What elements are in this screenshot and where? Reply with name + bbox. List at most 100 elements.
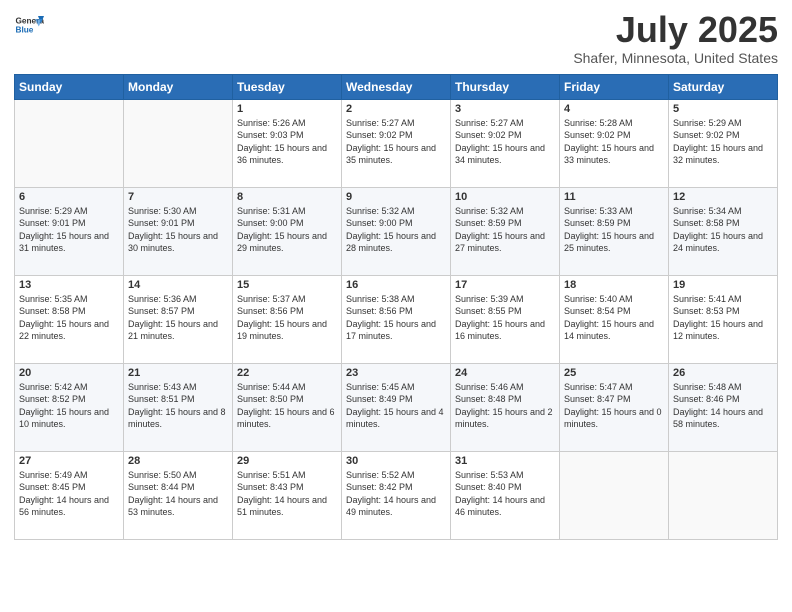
- day-number: 13: [19, 279, 119, 291]
- day-number: 24: [455, 367, 555, 379]
- month-title: July 2025: [573, 10, 778, 50]
- day-cell: [15, 99, 124, 187]
- day-detail: Sunrise: 5:27 AMSunset: 9:02 PMDaylight:…: [346, 117, 446, 167]
- weekday-header-wednesday: Wednesday: [342, 74, 451, 99]
- day-cell: 5Sunrise: 5:29 AMSunset: 9:02 PMDaylight…: [669, 99, 778, 187]
- day-detail: Sunrise: 5:34 AMSunset: 8:58 PMDaylight:…: [673, 205, 773, 255]
- calendar: SundayMondayTuesdayWednesdayThursdayFrid…: [14, 74, 778, 540]
- day-number: 8: [237, 191, 337, 203]
- day-detail: Sunrise: 5:48 AMSunset: 8:46 PMDaylight:…: [673, 381, 773, 431]
- day-cell: 3 Sunrise: 5:27 AMSunset: 9:02 PMDaylight…: [451, 99, 560, 187]
- day-cell: 29 Sunrise: 5:51 AMSunset: 8:43 PMDayligh…: [233, 451, 342, 539]
- svg-text:Blue: Blue: [16, 26, 34, 35]
- day-detail: Sunrise: 5:37 AMSunset: 8:56 PMDaylight:…: [237, 293, 337, 343]
- day-detail: Sunrise: 5:44 AMSunset: 8:50 PMDaylight:…: [237, 381, 337, 431]
- day-detail: Sunrise: 5:42 AMSunset: 8:52 PMDaylight:…: [19, 381, 119, 431]
- day-cell: 15 Sunrise: 5:37 AMSunset: 8:56 PMDayligh…: [233, 275, 342, 363]
- day-detail: Sunrise: 5:43 AMSunset: 8:51 PMDaylight:…: [128, 381, 228, 431]
- day-cell: 19 Sunrise: 5:41 AMSunset: 8:53 PMDayligh…: [669, 275, 778, 363]
- day-number: 12: [673, 191, 773, 203]
- week-row-3: 13 Sunrise: 5:35 AMSunset: 8:58 PMDayligh…: [15, 275, 778, 363]
- day-cell: 28 Sunrise: 5:50 AMSunset: 8:44 PMDayligh…: [124, 451, 233, 539]
- week-row-2: 6 Sunrise: 5:29 AMSunset: 9:01 PMDaylight…: [15, 187, 778, 275]
- day-detail: Sunrise: 5:38 AMSunset: 8:56 PMDaylight:…: [346, 293, 446, 343]
- day-cell: 27 Sunrise: 5:49 AMSunset: 8:45 PMDayligh…: [15, 451, 124, 539]
- day-number: 6: [19, 191, 119, 203]
- day-cell: 30 Sunrise: 5:52 AMSunset: 8:42 PMDayligh…: [342, 451, 451, 539]
- day-number: 25: [564, 367, 664, 379]
- week-row-4: 20 Sunrise: 5:42 AMSunset: 8:52 PMDayligh…: [15, 363, 778, 451]
- day-detail: Sunrise: 5:30 AMSunset: 9:01 PMDaylight:…: [128, 205, 228, 255]
- day-number: 10: [455, 191, 555, 203]
- day-number: 14: [128, 279, 228, 291]
- day-cell: 16Sunrise: 5:38 AMSunset: 8:56 PMDayligh…: [342, 275, 451, 363]
- day-detail: Sunrise: 5:41 AMSunset: 8:53 PMDaylight:…: [673, 293, 773, 343]
- day-detail: Sunrise: 5:28 AMSunset: 9:02 PMDaylight:…: [564, 117, 664, 167]
- day-cell: 8 Sunrise: 5:31 AMSunset: 9:00 PMDaylight…: [233, 187, 342, 275]
- day-detail: Sunrise: 5:45 AMSunset: 8:49 PMDaylight:…: [346, 381, 446, 431]
- day-detail: Sunrise: 5:49 AMSunset: 8:45 PMDaylight:…: [19, 469, 119, 519]
- day-number: 18: [564, 279, 664, 291]
- day-cell: 26 Sunrise: 5:48 AMSunset: 8:46 PMDayligh…: [669, 363, 778, 451]
- weekday-header-friday: Friday: [560, 74, 669, 99]
- day-detail: Sunrise: 5:32 AMSunset: 8:59 PMDaylight:…: [455, 205, 555, 255]
- header: General Blue July 2025 Shafer, Minnesota…: [14, 10, 778, 66]
- day-detail: Sunrise: 5:46 AMSunset: 8:48 PMDaylight:…: [455, 381, 555, 431]
- day-cell: 6 Sunrise: 5:29 AMSunset: 9:01 PMDaylight…: [15, 187, 124, 275]
- day-detail: Sunrise: 5:50 AMSunset: 8:44 PMDaylight:…: [128, 469, 228, 519]
- day-cell: 31Sunrise: 5:53 AMSunset: 8:40 PMDayligh…: [451, 451, 560, 539]
- day-cell: [669, 451, 778, 539]
- day-cell: 21Sunrise: 5:43 AMSunset: 8:51 PMDayligh…: [124, 363, 233, 451]
- day-cell: 24 Sunrise: 5:46 AMSunset: 8:48 PMDayligh…: [451, 363, 560, 451]
- day-number: 28: [128, 455, 228, 467]
- day-number: 30: [346, 455, 446, 467]
- day-number: 27: [19, 455, 119, 467]
- day-detail: Sunrise: 5:51 AMSunset: 8:43 PMDaylight:…: [237, 469, 337, 519]
- weekday-header-saturday: Saturday: [669, 74, 778, 99]
- week-row-5: 27 Sunrise: 5:49 AMSunset: 8:45 PMDayligh…: [15, 451, 778, 539]
- day-cell: [124, 99, 233, 187]
- day-number: 29: [237, 455, 337, 467]
- title-block: July 2025 Shafer, Minnesota, United Stat…: [573, 10, 778, 66]
- day-detail: Sunrise: 5:47 AMSunset: 8:47 PMDaylight:…: [564, 381, 664, 431]
- day-detail: Sunrise: 5:29 AMSunset: 9:02 PMDaylight:…: [673, 117, 773, 167]
- day-cell: 22 Sunrise: 5:44 AMSunset: 8:50 PMDayligh…: [233, 363, 342, 451]
- weekday-header-tuesday: Tuesday: [233, 74, 342, 99]
- day-number: 20: [19, 367, 119, 379]
- day-detail: Sunrise: 5:35 AMSunset: 8:58 PMDaylight:…: [19, 293, 119, 343]
- day-number: 22: [237, 367, 337, 379]
- logo: General Blue: [14, 10, 48, 40]
- day-number: 1: [237, 103, 337, 115]
- page: General Blue July 2025 Shafer, Minnesota…: [0, 0, 792, 550]
- day-number: 4: [564, 103, 664, 115]
- day-number: 11: [564, 191, 664, 203]
- week-row-1: 1 Sunrise: 5:26 AMSunset: 9:03 PMDaylight…: [15, 99, 778, 187]
- day-number: 3: [455, 103, 555, 115]
- day-cell: 9 Sunrise: 5:32 AMSunset: 9:00 PMDaylight…: [342, 187, 451, 275]
- day-number: 23: [346, 367, 446, 379]
- day-cell: 25 Sunrise: 5:47 AMSunset: 8:47 PMDayligh…: [560, 363, 669, 451]
- day-number: 19: [673, 279, 773, 291]
- day-detail: Sunrise: 5:31 AMSunset: 9:00 PMDaylight:…: [237, 205, 337, 255]
- day-detail: Sunrise: 5:53 AMSunset: 8:40 PMDaylight:…: [455, 469, 555, 519]
- day-number: 26: [673, 367, 773, 379]
- day-detail: Sunrise: 5:26 AMSunset: 9:03 PMDaylight:…: [237, 117, 337, 167]
- day-detail: Sunrise: 5:33 AMSunset: 8:59 PMDaylight:…: [564, 205, 664, 255]
- day-cell: 20 Sunrise: 5:42 AMSunset: 8:52 PMDayligh…: [15, 363, 124, 451]
- day-detail: Sunrise: 5:27 AMSunset: 9:02 PMDaylight:…: [455, 117, 555, 167]
- day-number: 2: [346, 103, 446, 115]
- day-detail: Sunrise: 5:32 AMSunset: 9:00 PMDaylight:…: [346, 205, 446, 255]
- day-number: 9: [346, 191, 446, 203]
- day-cell: 11 Sunrise: 5:33 AMSunset: 8:59 PMDayligh…: [560, 187, 669, 275]
- day-cell: 4 Sunrise: 5:28 AMSunset: 9:02 PMDaylight…: [560, 99, 669, 187]
- day-cell: 10 Sunrise: 5:32 AMSunset: 8:59 PMDayligh…: [451, 187, 560, 275]
- day-detail: Sunrise: 5:29 AMSunset: 9:01 PMDaylight:…: [19, 205, 119, 255]
- day-cell: 18 Sunrise: 5:40 AMSunset: 8:54 PMDayligh…: [560, 275, 669, 363]
- day-detail: Sunrise: 5:52 AMSunset: 8:42 PMDaylight:…: [346, 469, 446, 519]
- day-detail: Sunrise: 5:39 AMSunset: 8:55 PMDaylight:…: [455, 293, 555, 343]
- location: Shafer, Minnesota, United States: [573, 50, 778, 66]
- weekday-header-row: SundayMondayTuesdayWednesdayThursdayFrid…: [15, 74, 778, 99]
- day-number: 15: [237, 279, 337, 291]
- day-detail: Sunrise: 5:40 AMSunset: 8:54 PMDaylight:…: [564, 293, 664, 343]
- day-cell: 14Sunrise: 5:36 AMSunset: 8:57 PMDayligh…: [124, 275, 233, 363]
